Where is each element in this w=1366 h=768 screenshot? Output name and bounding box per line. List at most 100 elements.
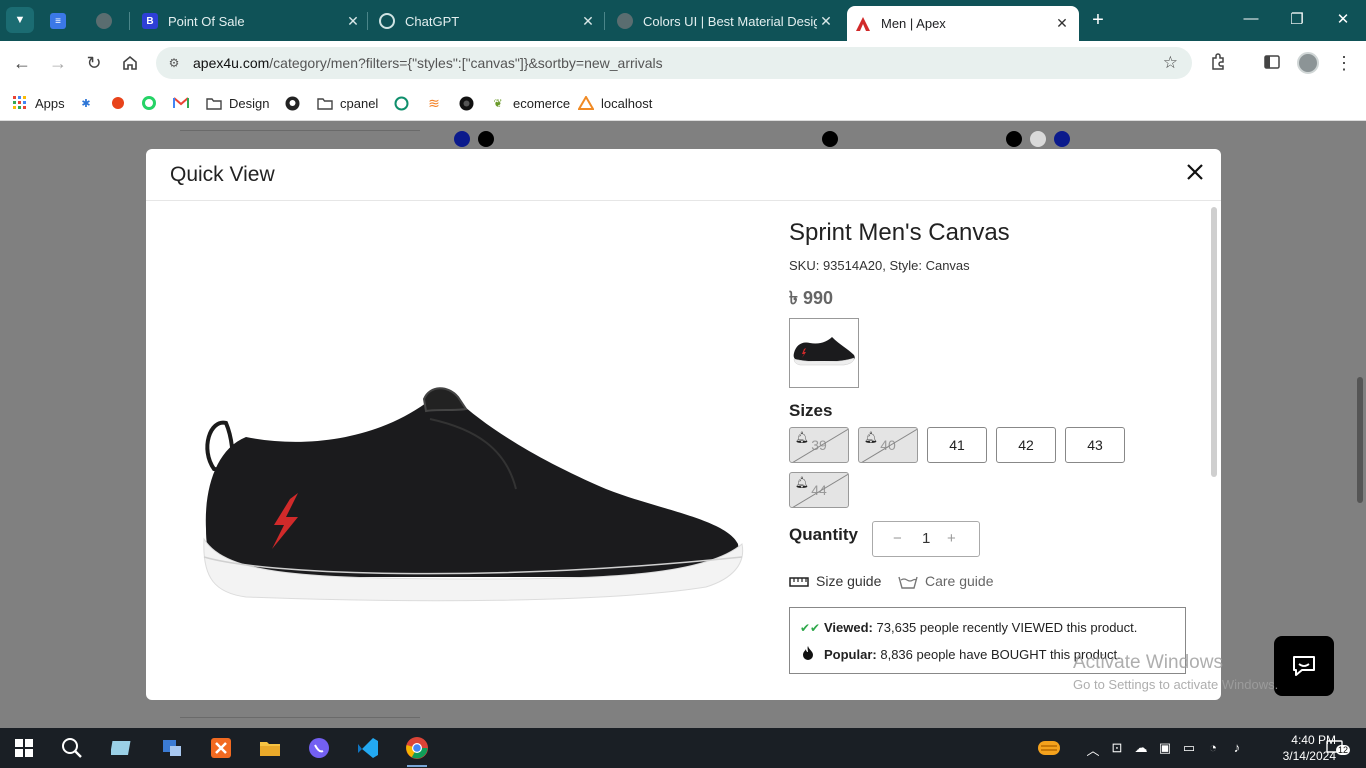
taskbar-app-xampp[interactable] bbox=[207, 734, 235, 762]
close-icon[interactable]: ✕ bbox=[579, 13, 597, 30]
volume-icon[interactable]: ♪ bbox=[1228, 740, 1246, 755]
reload-button[interactable]: ↻ bbox=[82, 51, 106, 75]
product-sku: SKU: 93514A20, Style: Canvas bbox=[789, 258, 970, 273]
home-button[interactable] bbox=[118, 51, 142, 75]
bookmark-design[interactable]: Design bbox=[206, 93, 269, 113]
tab-title: ChatGPT bbox=[405, 13, 460, 29]
close-icon[interactable]: ✕ bbox=[817, 13, 835, 30]
product-thumbnail[interactable] bbox=[789, 318, 859, 388]
minimize-button[interactable]: — bbox=[1241, 10, 1261, 27]
bookmark-whatsapp[interactable] bbox=[141, 93, 164, 113]
color-swatch[interactable] bbox=[1054, 131, 1070, 147]
bookmark-dark[interactable] bbox=[458, 93, 481, 113]
color-swatch[interactable] bbox=[454, 131, 470, 147]
start-button[interactable] bbox=[10, 734, 38, 762]
modal-title: Quick View bbox=[170, 163, 275, 186]
modal-header: Quick View bbox=[146, 149, 1221, 201]
extensions-icon[interactable] bbox=[1207, 53, 1229, 75]
bookmark-gmail[interactable] bbox=[173, 93, 196, 113]
decrement-button[interactable]: − bbox=[893, 530, 902, 547]
page-scrollbar[interactable] bbox=[1357, 377, 1363, 503]
size-guide-link[interactable]: Size guide bbox=[789, 573, 881, 589]
forward-button[interactable]: → bbox=[46, 51, 70, 75]
taskbar-app-vscode[interactable] bbox=[354, 734, 382, 762]
cloud-icon[interactable]: ☁ bbox=[1132, 740, 1150, 756]
taskbar-app-network[interactable] bbox=[158, 734, 186, 762]
product-price: ৳ 990 bbox=[789, 288, 833, 308]
tab-men-apex[interactable]: Men | Apex ✕ bbox=[847, 6, 1079, 41]
bookmark-star-icon[interactable]: ☆ bbox=[1163, 53, 1178, 73]
product-name: Sprint Men's Canvas bbox=[789, 219, 1010, 246]
tab-colors-ui[interactable]: Colors UI | Best Material Design ✕ bbox=[617, 6, 835, 36]
color-swatch[interactable] bbox=[1030, 131, 1046, 147]
color-swatch[interactable] bbox=[822, 131, 838, 147]
notification-center[interactable]: 12 bbox=[1326, 740, 1351, 756]
bookmark-cpanel[interactable]: cpanel bbox=[317, 93, 378, 113]
bookmark-github[interactable] bbox=[284, 93, 307, 113]
size-option-41[interactable]: 41 bbox=[927, 427, 987, 463]
battery-icon[interactable]: ▭ bbox=[1180, 740, 1198, 756]
url-text: apex4u.com/category/men?filters={"styles… bbox=[193, 55, 663, 71]
b-icon: B bbox=[142, 13, 158, 29]
whatsapp-icon bbox=[141, 95, 157, 111]
taskbar-app-ebook[interactable] bbox=[108, 734, 136, 762]
device-icon[interactable]: ▣ bbox=[1156, 740, 1174, 756]
camera-icon[interactable]: ⊡ bbox=[1108, 740, 1126, 756]
bookmark-red[interactable] bbox=[110, 93, 133, 113]
gmail-icon bbox=[173, 95, 189, 111]
profile-avatar[interactable] bbox=[1297, 52, 1319, 74]
taskbar: ︿ ⊡ ☁ ▣ ▭ ◔ ♪ 4:40 PM 3/14/2024 12 bbox=[0, 728, 1366, 768]
product-image bbox=[186, 379, 746, 619]
back-button[interactable]: ← bbox=[10, 51, 34, 75]
chrome-menu-icon[interactable]: ⋮ bbox=[1333, 53, 1355, 75]
bookmark-bug[interactable]: ✱ bbox=[78, 93, 101, 113]
modal-close-button[interactable] bbox=[1183, 161, 1207, 185]
leaf-icon: ❦ bbox=[493, 97, 503, 110]
size-option-44[interactable]: 🔔︎ 44 bbox=[789, 472, 849, 508]
increment-button[interactable]: + bbox=[947, 530, 956, 547]
taskbar-app-viber[interactable] bbox=[305, 734, 333, 762]
stackoverflow-icon: ≋ bbox=[428, 94, 440, 111]
tab-docs[interactable]: ≡ bbox=[50, 6, 76, 36]
restore-button[interactable]: ❐ bbox=[1287, 10, 1307, 28]
sizes-label: Sizes bbox=[789, 401, 833, 420]
taskbar-widget[interactable] bbox=[1035, 734, 1063, 762]
bookmark-localhost[interactable]: localhost bbox=[578, 93, 652, 113]
tab-globe[interactable] bbox=[96, 6, 122, 36]
care-guide-link[interactable]: Care guide bbox=[898, 573, 994, 589]
bookmark-ecomerce[interactable]: ❦ ecomerce bbox=[490, 93, 570, 113]
bookmark-chatgpt[interactable] bbox=[393, 93, 416, 113]
folder-icon bbox=[206, 95, 222, 111]
chevron-up-icon[interactable]: ︿ bbox=[1084, 740, 1102, 759]
bookmark-apps[interactable]: Apps bbox=[12, 93, 65, 113]
quantity-stepper: − 1 + bbox=[872, 521, 980, 557]
wifi-icon[interactable]: ◔ bbox=[1204, 740, 1222, 755]
globe-icon bbox=[617, 13, 633, 29]
taskbar-app-chrome[interactable] bbox=[403, 734, 431, 767]
tab-search-button[interactable]: ▼ bbox=[6, 7, 34, 33]
modal-scrollbar[interactable] bbox=[1211, 207, 1217, 477]
tab-point-of-sale[interactable]: B Point Of Sale ✕ bbox=[142, 6, 362, 36]
new-tab-button[interactable]: + bbox=[1088, 10, 1108, 30]
color-swatch[interactable] bbox=[1006, 131, 1022, 147]
close-icon[interactable]: ✕ bbox=[1053, 15, 1071, 32]
window-close-button[interactable]: ✕ bbox=[1333, 10, 1353, 28]
tab-chatgpt[interactable]: ChatGPT ✕ bbox=[379, 6, 597, 36]
github-icon bbox=[284, 95, 300, 111]
quantity-label: Quantity bbox=[789, 525, 858, 544]
bookmark-stackoverflow[interactable]: ≋ bbox=[426, 93, 449, 113]
size-option-43[interactable]: 43 bbox=[1065, 427, 1125, 463]
side-panel-icon[interactable] bbox=[1261, 53, 1283, 75]
color-swatch[interactable] bbox=[478, 131, 494, 147]
size-option-39[interactable]: 🔔︎ 39 bbox=[789, 427, 849, 463]
close-icon[interactable]: ✕ bbox=[344, 13, 362, 30]
size-option-42[interactable]: 42 bbox=[996, 427, 1056, 463]
site-info-icon[interactable]: ⚙ bbox=[166, 55, 182, 71]
taskbar-app-explorer[interactable] bbox=[256, 734, 284, 762]
flame-icon bbox=[800, 646, 816, 663]
chat-button[interactable] bbox=[1274, 636, 1334, 696]
size-option-40[interactable]: 🔔︎ 40 bbox=[858, 427, 918, 463]
browser-toolbar: ← → ↻ ⚙ apex4u.com/category/men?filters=… bbox=[0, 41, 1366, 85]
address-bar[interactable]: ⚙ apex4u.com/category/men?filters={"styl… bbox=[156, 47, 1192, 79]
search-button[interactable] bbox=[58, 734, 86, 762]
